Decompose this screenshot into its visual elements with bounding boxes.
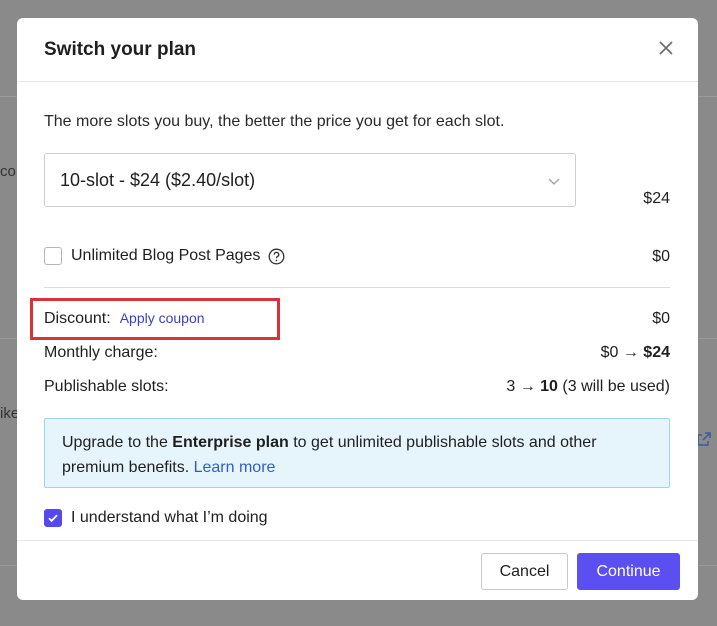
slots-to: 10 xyxy=(540,378,558,395)
confirm-row: I understand what I’m doing xyxy=(44,509,268,527)
monthly-charge-label: Monthly charge: xyxy=(44,344,158,361)
publishable-slots-value: 3 → 10 (3 will be used) xyxy=(506,378,670,396)
info-plan-name: Enterprise plan xyxy=(172,434,289,451)
cancel-button[interactable]: Cancel xyxy=(481,553,568,590)
dialog-header: Switch your plan xyxy=(17,18,698,82)
close-icon xyxy=(659,41,673,55)
confirm-checkbox[interactable] xyxy=(44,509,62,527)
discount-label: Discount: xyxy=(44,310,111,327)
info-prefix: Upgrade to the xyxy=(62,434,173,451)
monthly-charge-value: $0 → $24 xyxy=(601,344,670,362)
chevron-down-icon xyxy=(547,172,561,193)
arrow-right-icon: → xyxy=(519,378,536,395)
external-link-icon xyxy=(697,432,713,448)
close-button[interactable] xyxy=(654,36,678,60)
addon-checkbox[interactable] xyxy=(44,247,62,265)
apply-coupon-link[interactable]: Apply coupon xyxy=(120,310,205,326)
select-value: 10-slot - $24 ($2.40/slot) xyxy=(60,169,256,190)
slots-from: 3 xyxy=(506,378,516,395)
learn-more-link[interactable]: Learn more xyxy=(194,459,276,476)
checkmark-icon xyxy=(48,514,58,523)
addon-price: $0 xyxy=(652,248,670,265)
help-icon[interactable] xyxy=(268,248,285,265)
confirm-label: I understand what I’m doing xyxy=(71,509,268,526)
discount-row: Discount: Apply coupon xyxy=(44,310,205,328)
monthly-charge-from: $0 xyxy=(600,344,619,361)
enterprise-info-box: Upgrade to the Enterprise plan to get un… xyxy=(44,418,670,488)
addon-row: Unlimited Blog Post Pages xyxy=(44,247,285,265)
continue-button[interactable]: Continue xyxy=(577,553,680,590)
intro-text: The more slots you buy, the better the p… xyxy=(44,113,505,130)
section-divider xyxy=(44,287,670,288)
addon-label: Unlimited Blog Post Pages xyxy=(71,247,261,264)
background-text-fragment: co xyxy=(0,163,16,180)
discount-value: $0 xyxy=(652,310,670,327)
plan-price: $24 xyxy=(643,190,670,207)
switch-plan-dialog: Switch your plan The more slots you buy,… xyxy=(17,18,698,600)
publishable-slots-label: Publishable slots: xyxy=(44,378,169,395)
slots-note: (3 will be used) xyxy=(562,378,670,395)
slot-plan-select[interactable]: 10-slot - $24 ($2.40/slot) xyxy=(44,153,576,207)
monthly-charge-to: $24 xyxy=(643,344,670,361)
dialog-title: Switch your plan xyxy=(44,39,197,60)
dialog-footer: Cancel Continue xyxy=(17,540,698,600)
arrow-right-icon: → xyxy=(622,344,639,361)
